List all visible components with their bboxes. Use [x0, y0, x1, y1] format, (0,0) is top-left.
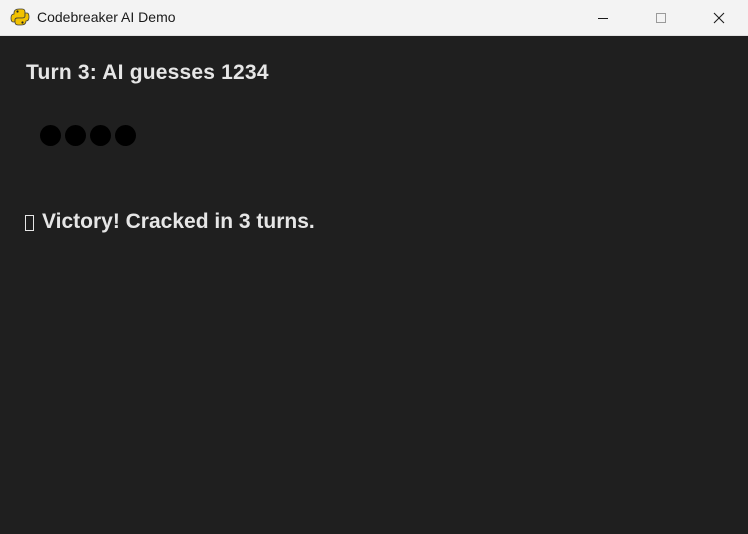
feedback-peg	[40, 125, 61, 146]
maximize-icon	[656, 12, 666, 23]
window-title: Codebreaker AI Demo	[37, 9, 176, 25]
turn-label: Turn 3: AI guesses 1234	[26, 61, 269, 84]
title-bar[interactable]: Codebreaker AI Demo	[0, 0, 748, 36]
python-snake-icon	[10, 7, 30, 27]
maximize-button[interactable]	[638, 0, 684, 35]
game-canvas[interactable]: Turn 3: AI guesses 1234 Victory! Cracked…	[0, 36, 748, 534]
minimize-icon	[598, 17, 608, 19]
result-text: Victory! Cracked in 3 turns.	[42, 210, 315, 233]
minimize-button[interactable]	[580, 0, 626, 35]
close-icon	[713, 12, 725, 23]
missing-glyph-icon	[25, 215, 34, 231]
result-message: Victory! Cracked in 3 turns.	[25, 210, 315, 234]
close-button[interactable]	[696, 0, 742, 35]
app-window: Codebreaker AI Demo Turn 3: AI guesses 1…	[0, 0, 748, 534]
feedback-peg	[115, 125, 136, 146]
feedback-peg	[65, 125, 86, 146]
feedback-pegs	[40, 125, 136, 146]
feedback-peg	[90, 125, 111, 146]
